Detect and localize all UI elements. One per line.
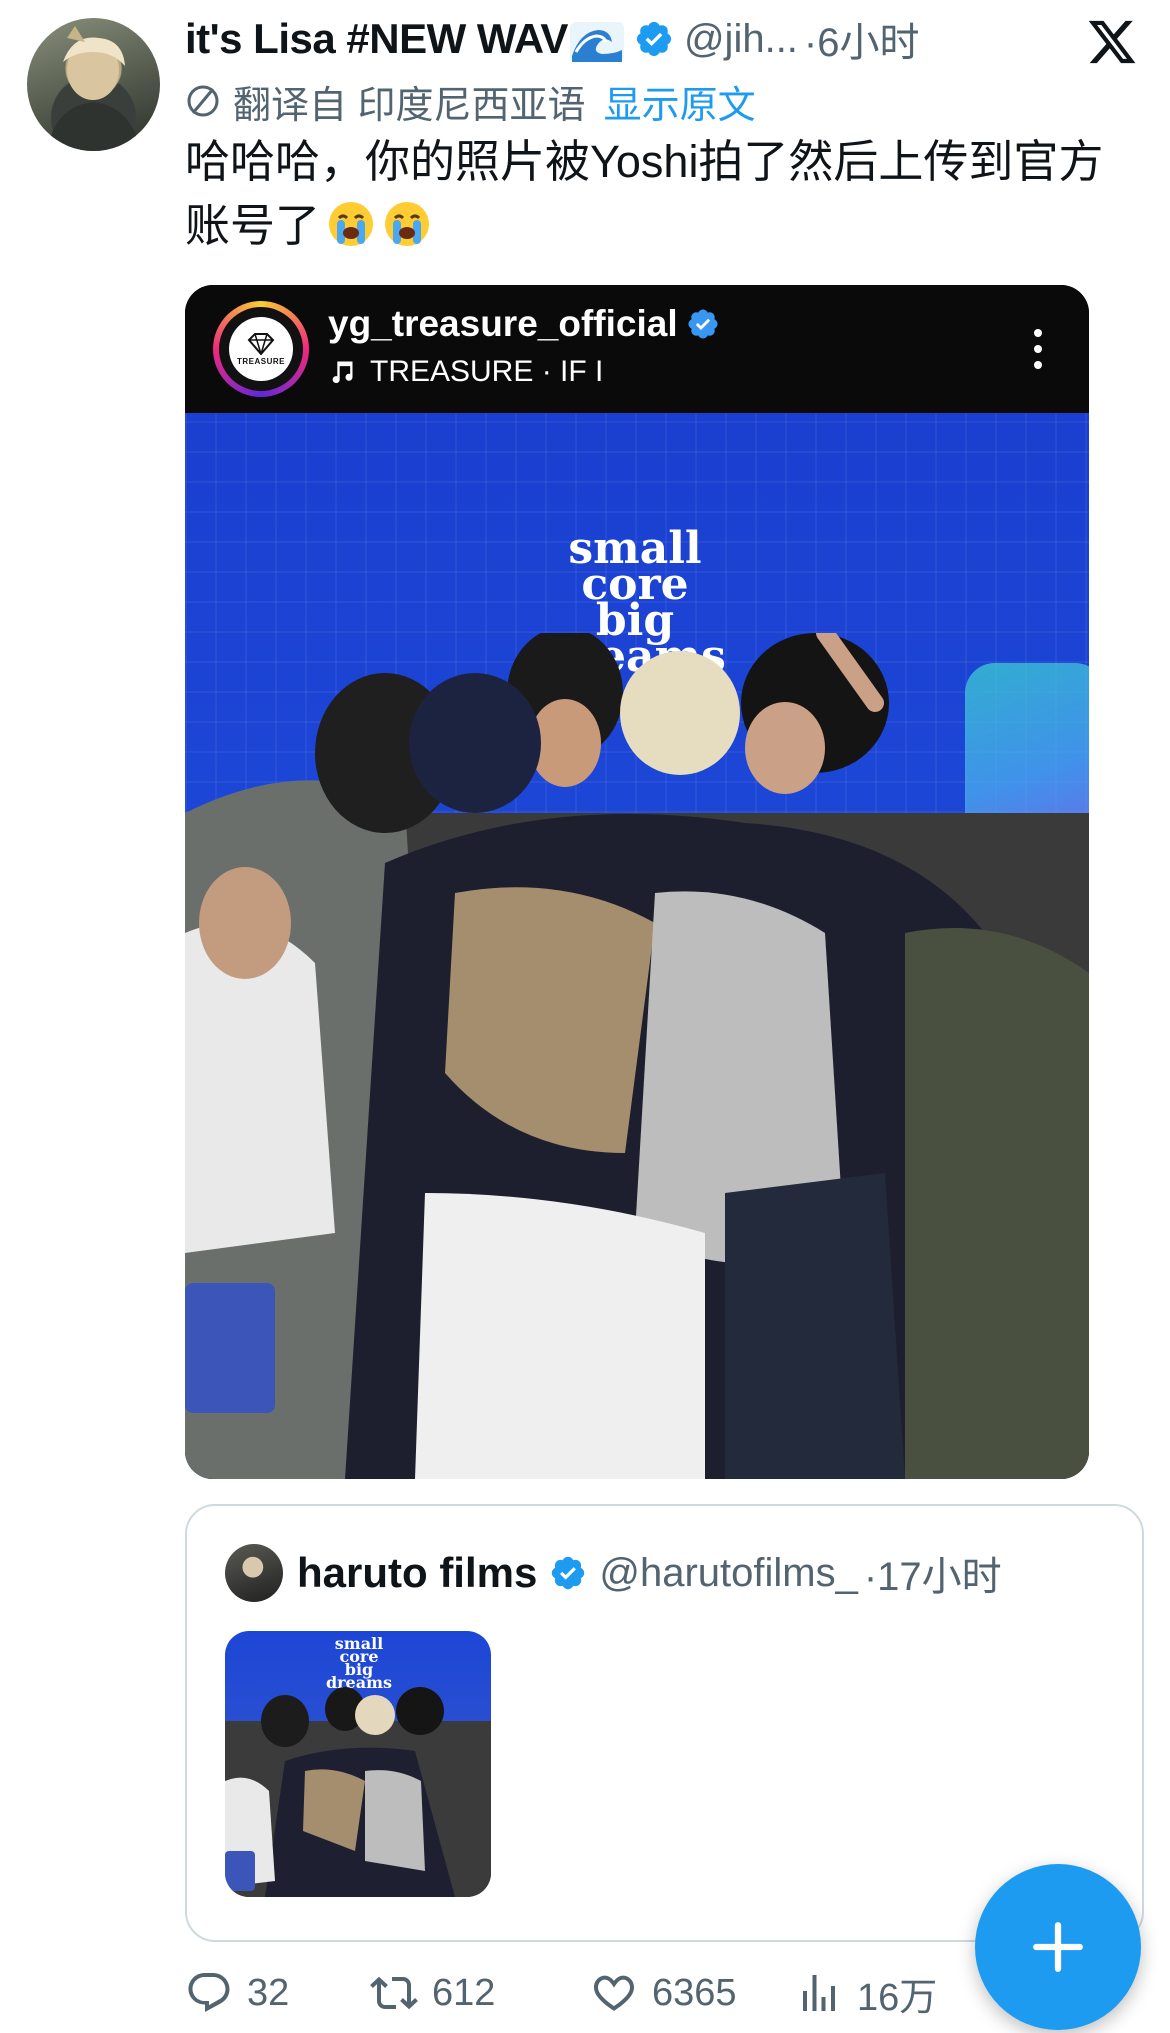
treasure-logo: TREASURE — [229, 317, 293, 381]
verified-icon — [636, 21, 672, 57]
quoted-tweet-time[interactable]: ·17小时 — [864, 1544, 1002, 1602]
retweet-count: 612 — [432, 1971, 496, 2014]
translation-row: 翻译自 印度尼西亚语 显示原文 — [185, 74, 756, 128]
ig-username-row: yg_treasure_official — [328, 303, 720, 345]
post-photo: small core big dreams — [185, 413, 1089, 1479]
views-icon — [803, 1975, 835, 2011]
views-count: 16万 — [857, 1976, 938, 2019]
verified-icon — [552, 1556, 585, 1590]
treasure-logo-text: TREASURE — [236, 356, 285, 366]
author-row: it's Lisa #NEW WAV @jih... ·6小时 — [185, 8, 920, 70]
verified-icon — [688, 309, 718, 339]
compose-button[interactable] — [975, 1864, 1141, 2030]
x-logo-icon[interactable] — [1086, 16, 1138, 68]
translated-from-label: 翻译自 印度尼西亚语 — [233, 84, 586, 127]
like-button[interactable]: 6365 — [590, 1958, 737, 2028]
more-vertical-icon[interactable] — [1028, 327, 1048, 371]
quoted-media-thumbnail[interactable]: small core big dreams — [225, 1631, 491, 1897]
music-note-icon — [332, 361, 353, 384]
diamond-logo-icon — [247, 332, 275, 355]
group-hug-illustration — [185, 633, 1089, 1479]
quoted-author-handle[interactable]: @harutofilms_ — [599, 1551, 857, 1596]
like-count: 6365 — [652, 1971, 737, 2014]
retweet-button[interactable]: 612 — [370, 1958, 495, 2028]
views-button[interactable]: 16万 — [795, 1958, 937, 2028]
tweet-time[interactable]: ·6小时 — [804, 10, 920, 68]
reply-button[interactable]: 32 — [185, 1958, 289, 2028]
like-icon — [594, 1975, 634, 2011]
author-display-name[interactable]: it's Lisa #NEW WAV — [185, 15, 568, 63]
translate-icon — [187, 85, 219, 117]
crying-emoji-icon — [385, 202, 430, 246]
thumbnail-group-hug — [225, 1687, 491, 1897]
crying-emoji-icon — [329, 202, 374, 246]
retweet-icon — [370, 1976, 418, 2010]
instagram-header: TREASURE yg_treasure_official TREASURE ·… — [185, 285, 1089, 413]
ig-music-label[interactable]: TREASURE · IF I — [370, 355, 603, 389]
quoted-author-name[interactable]: haruto films — [297, 1549, 537, 1597]
reply-icon — [188, 1973, 230, 2012]
show-original-link[interactable]: 显示原文 — [604, 74, 756, 129]
quoted-tweet[interactable]: haruto films @harutofilms_ ·17小时 small c… — [185, 1504, 1144, 1942]
author-handle[interactable]: @jih... — [684, 17, 798, 62]
plus-icon — [1033, 1922, 1083, 1972]
tweet-body: 哈哈哈，你的照片被Yoshi拍了然后上传到官方账号了 — [185, 136, 1104, 251]
author-avatar[interactable] — [27, 18, 160, 151]
tweet-media-card[interactable]: TREASURE yg_treasure_official TREASURE ·… — [185, 285, 1089, 1479]
quoted-author-avatar[interactable] — [225, 1544, 283, 1602]
quoted-author-row: haruto films @harutofilms_ ·17小时 — [297, 1540, 1002, 1606]
ig-profile-avatar[interactable]: TREASURE — [213, 301, 309, 397]
ig-music-row: TREASURE · IF I — [328, 355, 603, 389]
reply-count: 32 — [247, 1971, 290, 2014]
ig-username[interactable]: yg_treasure_official — [328, 303, 678, 345]
wave-emoji-icon — [569, 22, 624, 62]
tweet-text: 哈哈哈，你的照片被Yoshi拍了然后上传到官方账号了 — [185, 130, 1115, 258]
avatar-photo — [47, 26, 141, 151]
